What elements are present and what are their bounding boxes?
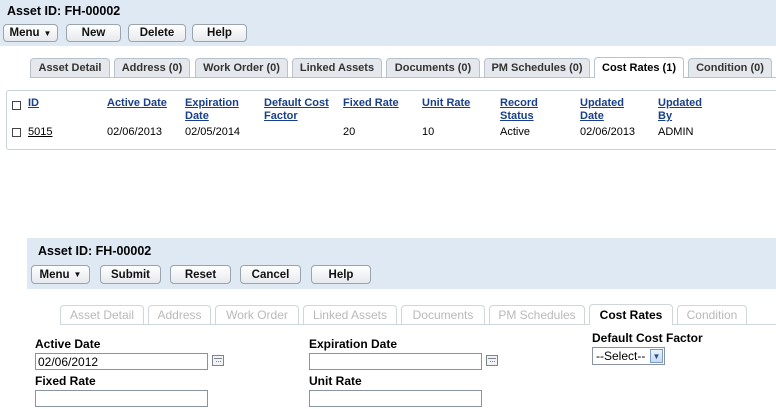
top-help-button[interactable]: Help: [192, 24, 247, 42]
expiration-date-label: Expiration Date: [309, 337, 398, 351]
top-tab-pm-schedules[interactable]: PM Schedules (0): [484, 58, 590, 77]
submit-button[interactable]: Submit: [100, 265, 161, 284]
bottom-tab-address: Address: [148, 305, 211, 324]
top-tab-address[interactable]: Address (0): [114, 58, 190, 77]
default-cost-factor-select[interactable]: --Select-- ▼: [592, 347, 665, 365]
fixed-rate-label: Fixed Rate: [35, 374, 96, 388]
col-header-active-date[interactable]: Active Date: [107, 97, 167, 110]
header-line: Record: [500, 97, 538, 109]
reset-button[interactable]: Reset: [170, 265, 231, 284]
row-updated-date: 02/06/2013: [580, 126, 636, 138]
header-line: Date: [185, 110, 209, 122]
bottom-tab-condition: Condition: [677, 305, 747, 324]
bottom-tab-cost-rates[interactable]: Cost Rates: [589, 304, 673, 325]
row-unit-rate: 10: [422, 126, 435, 138]
row-active-date: 02/06/2013: [107, 126, 163, 138]
bottom-help-button[interactable]: Help: [311, 265, 371, 284]
header-line: Factor: [264, 110, 298, 122]
cancel-button[interactable]: Cancel: [240, 265, 301, 284]
row-fixed-rate: 20: [343, 126, 356, 138]
header-line: Default Cost: [264, 97, 329, 109]
col-header-updated-by[interactable]: Updated By: [658, 97, 702, 123]
unit-rate-input[interactable]: [309, 390, 482, 407]
col-header-updated-date[interactable]: Updated Date: [580, 97, 624, 123]
col-header-id[interactable]: ID: [28, 97, 39, 110]
header-line: Updated: [580, 97, 624, 109]
header-line: Expiration: [185, 97, 239, 109]
row-record-status: Active: [500, 126, 530, 138]
unit-rate-label: Unit Rate: [309, 374, 362, 388]
top-tab-work-order[interactable]: Work Order (0): [195, 58, 288, 77]
top-tab-cost-rates[interactable]: Cost Rates (1): [594, 57, 684, 78]
top-tab-condition[interactable]: Condition (0): [688, 58, 772, 77]
top-tab-linked-assets[interactable]: Linked Assets: [292, 58, 382, 77]
top-tab-documents[interactable]: Documents (0): [386, 58, 480, 77]
top-tab-asset-detail[interactable]: Asset Detail: [30, 58, 110, 77]
bottom-tab-pm-schedules: PM Schedules: [489, 305, 585, 324]
select-all-checkbox[interactable]: [12, 101, 21, 110]
row-updated-by: ADMIN: [658, 126, 694, 138]
top-asset-title: Asset ID: FH-00002: [7, 4, 121, 18]
top-menu-button[interactable]: Menu ▼: [3, 24, 58, 42]
select-value: --Select--: [596, 349, 646, 363]
menu-label: Menu: [39, 268, 70, 281]
bottom-tab-asset-detail: Asset Detail: [60, 305, 144, 324]
chevron-down-icon[interactable]: ▼: [650, 349, 663, 363]
header-line: By: [658, 110, 673, 122]
caret-down-icon: ▼: [73, 270, 82, 279]
bottom-tab-documents: Documents: [401, 305, 485, 324]
bottom-asset-title: Asset ID: FH-00002: [38, 244, 152, 258]
bottom-menu-button[interactable]: Menu ▼: [31, 265, 90, 284]
row-id-link[interactable]: 5015: [28, 126, 52, 138]
active-date-label: Active Date: [35, 337, 101, 351]
top-delete-button[interactable]: Delete: [128, 24, 186, 42]
calendar-icon[interactable]: [486, 355, 498, 366]
calendar-icon[interactable]: [212, 355, 224, 366]
active-date-input[interactable]: [35, 353, 208, 370]
header-line: Updated: [658, 97, 702, 109]
header-line: Status: [500, 110, 534, 122]
bottom-tab-work-order: Work Order: [215, 305, 299, 324]
bottom-tab-linked-assets: Linked Assets: [303, 305, 397, 324]
caret-down-icon: ▼: [43, 28, 52, 38]
fixed-rate-input[interactable]: [35, 390, 208, 407]
col-header-record-status[interactable]: Record Status: [500, 97, 538, 123]
header-line: Date: [580, 110, 604, 122]
col-header-fixed-rate[interactable]: Fixed Rate: [343, 97, 399, 110]
expiration-date-input[interactable]: [309, 353, 482, 370]
col-header-unit-rate[interactable]: Unit Rate: [422, 97, 470, 110]
default-cost-factor-label: Default Cost Factor: [592, 331, 703, 345]
row-checkbox[interactable]: [12, 128, 21, 137]
row-expiration-date: 02/05/2014: [185, 126, 241, 138]
top-new-button[interactable]: New: [66, 24, 121, 42]
col-header-expiration-date[interactable]: Expiration Date: [185, 97, 239, 123]
col-header-default-cost-factor[interactable]: Default Cost Factor: [264, 97, 329, 123]
menu-label: Menu: [9, 27, 40, 39]
